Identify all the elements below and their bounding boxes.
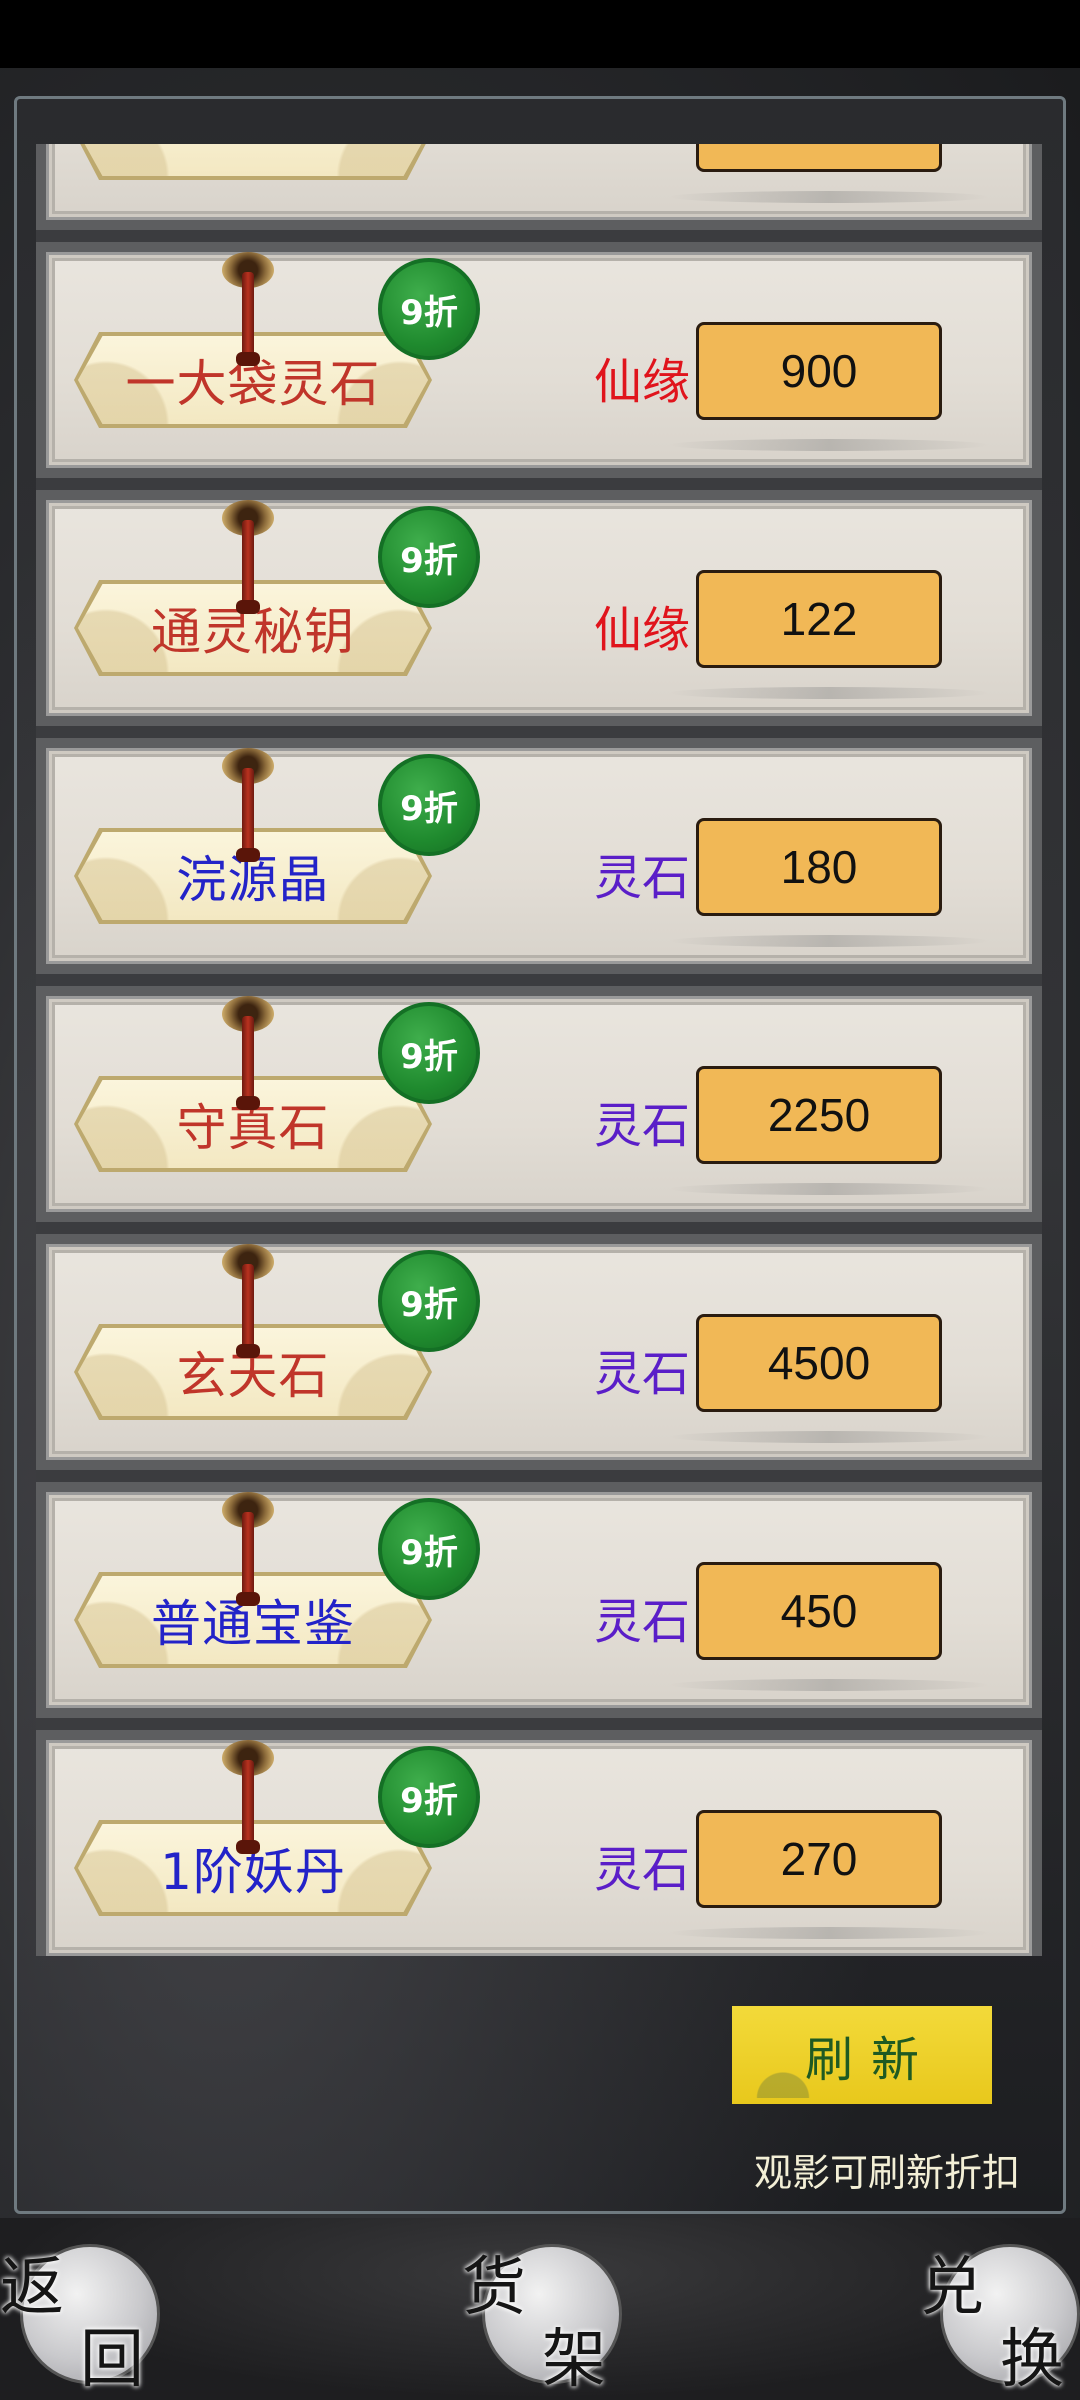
status-bar	[0, 0, 1080, 68]
price-button[interactable]	[696, 144, 942, 172]
refresh-hint: 观影可刷新折扣	[753, 2151, 1020, 2195]
hanging-cord	[242, 272, 254, 360]
hanging-cord	[242, 1016, 254, 1104]
back-label-1: 返	[0, 2251, 64, 2325]
hanging-cord-knot	[236, 1592, 260, 1606]
price-button[interactable]: 2250	[696, 1066, 942, 1164]
back-label-2: 回	[80, 2323, 144, 2397]
shop-item-row: 一大袋灵石 9折 仙缘 900	[36, 242, 1042, 478]
shop-item-row: 通灵秘钥 9折 仙缘 122	[36, 490, 1042, 726]
price-button[interactable]: 4500	[696, 1314, 942, 1412]
hanging-cord-knot	[236, 1096, 260, 1110]
hanging-cord	[242, 1264, 254, 1352]
exchange-label-2: 换	[1000, 2323, 1064, 2397]
hanging-cord-knot	[236, 1840, 260, 1854]
price-button[interactable]: 180	[696, 818, 942, 916]
hanging-cord	[242, 768, 254, 856]
hanging-cord-knot	[236, 600, 260, 614]
price-button[interactable]: 900	[696, 322, 942, 420]
currency-label: 灵石	[593, 1842, 690, 1898]
shop-item-list[interactable]: 一大袋灵石 9折 仙缘 900 通灵秘钥 9折 仙缘 122 浣源晶 9折 灵石 180 守真石 9折 灵石…	[36, 144, 1042, 1956]
currency-label: 仙缘	[593, 602, 690, 658]
exchange-button[interactable]: 兑 换	[920, 2236, 1080, 2397]
shelf-label-2: 架	[542, 2323, 606, 2397]
price-button[interactable]: 270	[696, 1810, 942, 1908]
shop-item-row: 守真石 9折 灵石 2250	[36, 986, 1042, 1222]
price-button[interactable]: 450	[696, 1562, 942, 1660]
refresh-button[interactable]: 刷新	[732, 2006, 992, 2104]
discount-badge: 9折	[378, 506, 480, 608]
shop-item-row: 1阶妖丹 9折 灵石 270	[36, 1730, 1042, 1956]
hanging-cord-knot	[236, 1344, 260, 1358]
discount-badge: 9折	[378, 754, 480, 856]
currency-label: 灵石	[593, 850, 690, 906]
hanging-cord-knot	[236, 848, 260, 862]
discount-badge: 9折	[378, 1498, 480, 1600]
currency-label: 灵石	[593, 1594, 690, 1650]
shop-item-row: 普通宝鉴 9折 灵石 450	[36, 1482, 1042, 1718]
discount-badge: 9折	[378, 1746, 480, 1848]
currency-label: 灵石	[593, 1346, 690, 1402]
hanging-cord	[242, 1760, 254, 1848]
discount-badge: 9折	[378, 1002, 480, 1104]
hanging-cord	[242, 1512, 254, 1600]
hanging-cord	[242, 520, 254, 608]
shop-item-row: 玄天石 9折 灵石 4500	[36, 1234, 1042, 1470]
hanging-cord-knot	[236, 352, 260, 366]
currency-label: 灵石	[593, 1098, 690, 1154]
discount-badge: 9折	[378, 258, 480, 360]
shelf-label-1: 货	[462, 2251, 526, 2325]
refresh-label: 刷新	[804, 2032, 937, 2088]
shop-item-row: 浣源晶 9折 灵石 180	[36, 738, 1042, 974]
shop-item-row-partial	[36, 144, 1042, 230]
price-button[interactable]: 122	[696, 570, 942, 668]
shelf-button[interactable]: 货 架	[462, 2236, 622, 2397]
back-button[interactable]: 返 回	[0, 2236, 160, 2397]
currency-label: 仙缘	[593, 354, 690, 410]
discount-badge: 9折	[378, 1250, 480, 1352]
exchange-label-1: 兑	[920, 2251, 984, 2325]
